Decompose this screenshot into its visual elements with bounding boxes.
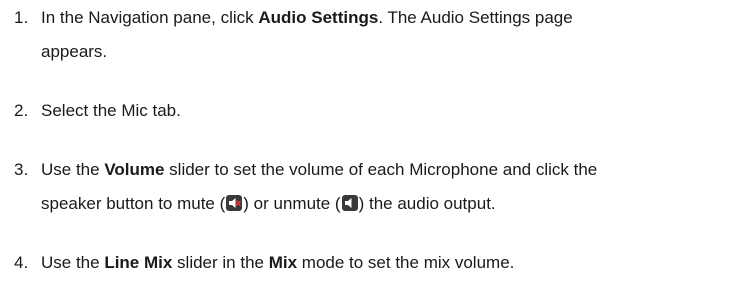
step-number: 4. [14,253,29,272]
step-text: Select the Mic tab. [41,101,181,120]
speaker-icon [341,195,358,211]
ui-term-volume: Volume [104,160,165,179]
speaker-muted-icon [226,195,243,211]
ui-term-line-mix: Line Mix [104,253,173,272]
step-2: 2. Select the Mic tab. [14,94,741,128]
step-number: 3. [14,160,29,179]
step-text: In the Navigation pane, click Audio Sett… [41,8,573,61]
step-3: 3. Use the Volume slider to set the volu… [14,153,741,221]
ui-term-audio-settings: Audio Settings [258,8,379,27]
step-number: 1. [14,8,29,27]
step-text: Use the Line Mix slider in the Mix mode … [41,253,515,272]
step-1: 1. In the Navigation pane, click Audio S… [14,1,741,69]
ui-term-mix: Mix [268,253,298,272]
step-4: 4. Use the Line Mix slider in the Mix mo… [14,246,741,280]
step-text: Use the Volume slider to set the volume … [41,160,598,213]
step-number: 2. [14,101,29,120]
